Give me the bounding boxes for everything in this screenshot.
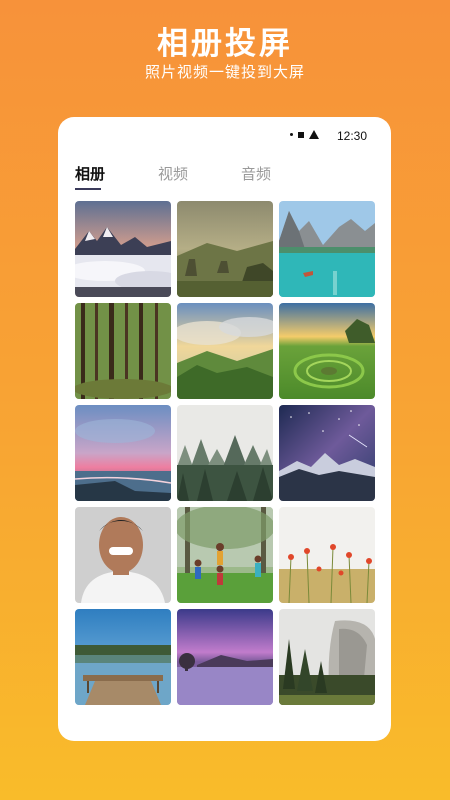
photo-thumbnail[interactable] [75,201,171,297]
photo-thumbnail[interactable] [279,405,375,501]
photo-thumbnail[interactable] [279,201,375,297]
triangle-icon [309,130,319,139]
photo-thumbnail[interactable] [75,507,171,603]
square-icon [298,131,304,138]
photo-thumbnail[interactable] [75,405,171,501]
photo-thumbnail[interactable] [177,303,273,399]
photo-thumbnail[interactable] [279,303,375,399]
media-tabs: 相册 视频 音频 [75,163,324,190]
photo-thumbnail[interactable] [279,609,375,705]
photo-thumbnail[interactable] [177,201,273,297]
tab-audio[interactable]: 音频 [241,163,271,184]
promo-subtitle: 照片视频一键投到大屏 [144,63,305,81]
promo-title: 相册投屏 [157,26,293,62]
status-bar: 12:30 [58,117,391,157]
photo-thumbnail[interactable] [75,609,171,705]
photo-thumbnail[interactable] [177,507,273,603]
tab-album[interactable]: 相册 [75,163,105,190]
photo-thumbnail[interactable] [177,405,273,501]
photo-thumbnail[interactable] [75,303,171,399]
photo-thumbnail[interactable] [279,507,375,603]
status-time: 12:30 [336,129,367,143]
dot-icon [290,133,293,136]
phone-screen: 12:30 相册 视频 音频 [58,117,391,741]
tab-video[interactable]: 视频 [158,163,188,184]
photo-thumbnail[interactable] [177,609,273,705]
photo-grid [75,201,375,705]
status-icons [290,130,319,139]
